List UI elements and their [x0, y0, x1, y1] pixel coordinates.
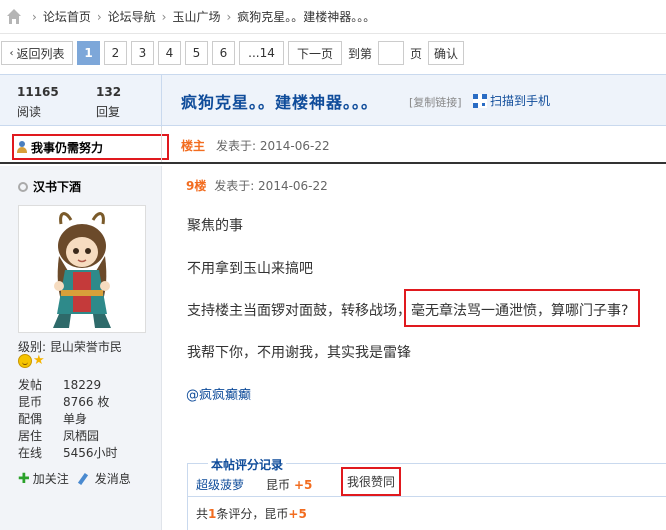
rating-divider	[187, 496, 666, 497]
breadcrumb-forum-home[interactable]: 论坛首页	[43, 8, 91, 25]
user-mention-link[interactable]: @疯疯癫癫	[186, 384, 251, 403]
breadcrumb-separator: ›	[226, 9, 232, 24]
original-poster-bar: 我事仍需努力 楼主 发表于: 2014-06-22	[0, 127, 666, 164]
offline-status-icon	[18, 181, 28, 192]
info-key: 在线	[18, 446, 43, 460]
home-icon[interactable]	[6, 8, 22, 25]
views-stat: 11165 阅读	[17, 85, 59, 120]
floor-number[interactable]: 9楼	[186, 179, 206, 193]
op-username[interactable]: 我事仍需努力	[31, 139, 103, 156]
page-button-3[interactable]: 3	[131, 41, 154, 65]
level-label: 级别:	[18, 340, 47, 354]
thread-header: 11165 阅读 132 回复 疯狗克星。。建楼神器。。。 [复制链接] 扫描到…	[0, 74, 666, 127]
breadcrumb-forum-nav[interactable]: 论坛导航	[108, 8, 156, 25]
post-line: 我帮下你，不用谢我，其实我是雷锋	[187, 345, 411, 361]
page-button-2[interactable]: 2	[104, 41, 127, 65]
breadcrumb-current-thread[interactable]: 疯狗克星。。建楼神器。。。	[237, 8, 375, 25]
last-page-button[interactable]: ...14	[239, 41, 284, 65]
info-value: 18229	[63, 377, 102, 392]
confirm-jump-button[interactable]: 确认	[428, 41, 465, 65]
pagination: ‹ 返回列表 1 2 3 4 5 6 ...14 下一页 到第 页 确认	[0, 41, 468, 65]
post-line: 不用拿到玉山来搞吧	[187, 261, 313, 277]
breadcrumb: › 论坛首页 › 论坛导航 › 玉山广场 › 疯狗克星。。建楼神器。。。	[0, 0, 666, 34]
rating-reason: 我很赞同	[341, 467, 401, 496]
avatar-illustration	[53, 212, 111, 328]
message-icon[interactable]	[77, 472, 92, 486]
info-value: 8766 枚	[63, 395, 110, 409]
info-row-posts: 发帖 18229	[18, 376, 118, 393]
jump-to-label: 到第	[348, 46, 373, 61]
rater-name[interactable]: 超级菠萝	[196, 476, 266, 493]
header-divider	[161, 75, 162, 127]
op-username-highlight[interactable]: 我事仍需努力	[12, 134, 169, 160]
page-button-1[interactable]: 1	[77, 41, 100, 65]
rating-row: 超级菠萝 昆币 +5	[196, 476, 344, 493]
rating-amount: +5	[294, 477, 313, 492]
breadcrumb-yushan-square[interactable]: 玉山广场	[172, 8, 220, 25]
info-value: 单身	[63, 412, 88, 426]
info-key: 居住	[18, 429, 43, 443]
breadcrumb-separator: ›	[161, 9, 167, 24]
page-unit-label: 页	[410, 46, 423, 61]
info-key: 昆币	[18, 395, 43, 409]
summary-mid: 条评分，昆币	[216, 507, 289, 521]
avatar[interactable]	[18, 205, 146, 333]
plus-icon[interactable]: ✚	[18, 471, 30, 487]
author-info: 发帖 18229 昆币 8766 枚 配偶 单身 居住 凤栖园 在线 5456小时	[18, 376, 118, 461]
page-button-5[interactable]: 5	[185, 41, 208, 65]
views-label: 阅读	[17, 105, 42, 119]
info-row-online: 在线 5456小时	[18, 444, 118, 461]
op-post-date: 发表于: 2014-06-22	[216, 139, 330, 153]
rating-summary: 共1条评分，昆币+5	[196, 505, 307, 522]
post-line: 聚焦的事	[187, 218, 243, 234]
breadcrumb-separator: ›	[96, 9, 102, 24]
qr-code-icon	[473, 93, 487, 108]
info-row-coins: 昆币 8766 枚	[18, 393, 118, 410]
page-button-4[interactable]: 4	[158, 41, 181, 65]
summary-prefix: 共	[196, 507, 209, 521]
medals: ★	[18, 354, 45, 368]
info-key: 发帖	[18, 378, 43, 392]
replies-count: 132	[96, 85, 122, 99]
user-icon	[16, 141, 28, 153]
info-row-residence: 居住 凤栖园	[18, 427, 118, 444]
back-to-list-button[interactable]: ‹ 返回列表	[1, 41, 73, 65]
replies-label: 回复	[96, 105, 121, 119]
text-highlight-box	[404, 289, 640, 327]
post-date: 发表于: 2014-06-22	[214, 179, 328, 193]
info-value: 凤栖园	[63, 429, 100, 443]
summary-total: +5	[288, 507, 307, 521]
scan-to-phone-label: 扫描到手机	[490, 94, 551, 108]
op-divider	[161, 127, 162, 162]
back-to-list-label: 返回列表	[16, 46, 65, 61]
level-value[interactable]: 昆山荣誉市民	[50, 340, 122, 354]
info-value: 5456小时	[63, 446, 118, 460]
copy-link-button[interactable]: [复制链接]	[409, 94, 462, 110]
replies-stat: 132 回复	[96, 85, 121, 120]
views-count: 11165	[17, 85, 59, 99]
author-actions: ✚ 加关注 发消息	[18, 470, 131, 487]
post-header: 9楼 发表于: 2014-06-22	[186, 177, 328, 194]
smiley-medal-icon	[18, 354, 32, 368]
follow-button[interactable]: 加关注	[33, 470, 69, 487]
op-badge: 楼主	[181, 139, 206, 153]
send-message-button[interactable]: 发消息	[95, 470, 131, 487]
author-name-row: 汉书下酒	[18, 178, 81, 195]
info-row-spouse: 配偶 单身	[18, 410, 118, 427]
rating-title: 本帖评分记录	[208, 456, 287, 473]
author-username[interactable]: 汉书下酒	[33, 178, 81, 195]
info-key: 配偶	[18, 412, 43, 426]
left-arrow-icon: ‹	[9, 47, 14, 59]
author-sidebar: 汉书下酒 级别: 昆山荣誉市民 ★ 发帖 18229 昆币 8766 枚 配偶 …	[0, 166, 162, 530]
page-button-6[interactable]: 6	[212, 41, 235, 65]
next-page-button[interactable]: 下一页	[288, 41, 342, 65]
thread-title: 疯狗克星。。建楼神器。。。	[181, 93, 379, 112]
breadcrumb-separator: ›	[32, 9, 37, 24]
scan-to-phone-button[interactable]: 扫描到手机	[473, 92, 550, 109]
star-medal-icon: ★	[33, 353, 45, 368]
rating-currency: 昆币	[266, 478, 291, 492]
page-number-input[interactable]	[378, 41, 405, 65]
